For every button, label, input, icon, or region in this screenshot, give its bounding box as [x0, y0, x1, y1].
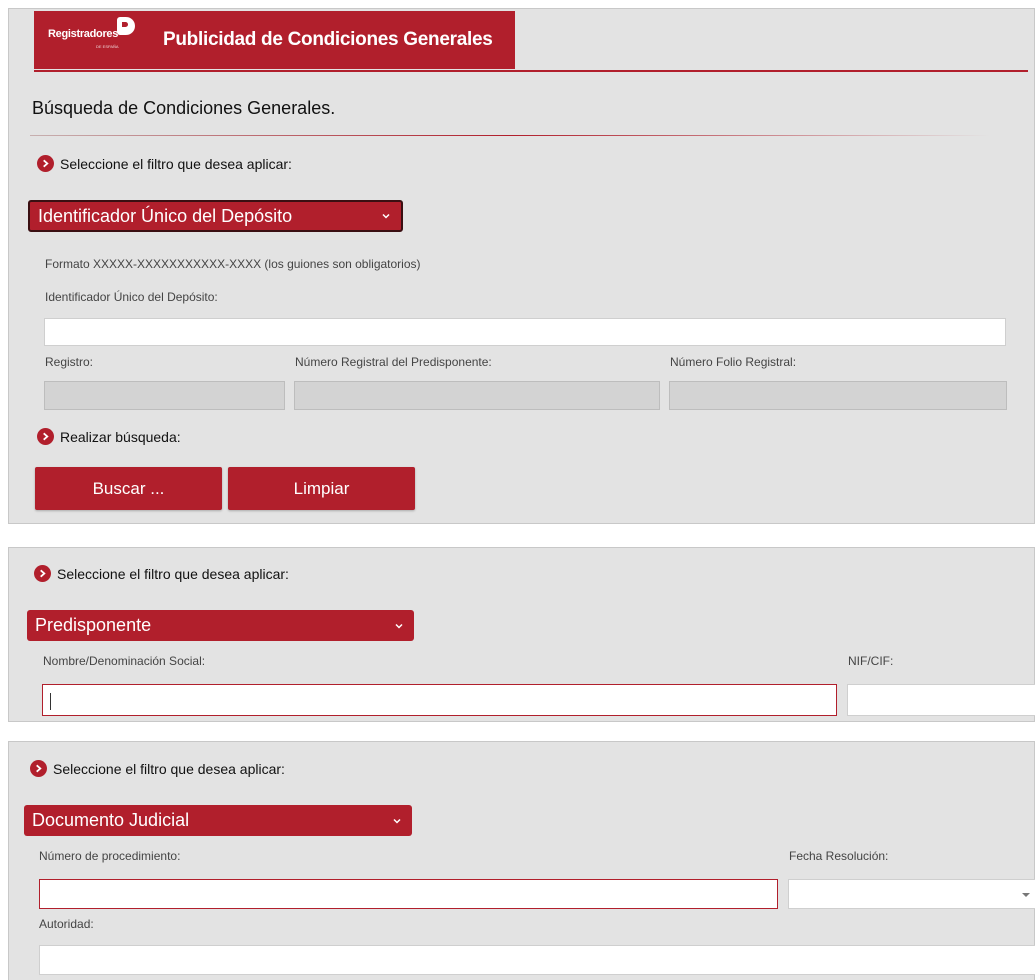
registro-label: Registro:	[45, 355, 94, 369]
chevron-down-icon	[382, 213, 390, 219]
nombre-label: Nombre/Denominación Social:	[43, 654, 206, 668]
app-header: Registradores DE ESPAÑA Publicidad de Co…	[34, 11, 515, 69]
autoridad-input[interactable]	[39, 945, 1035, 975]
numero-registral-field	[294, 381, 660, 410]
limpiar-button[interactable]: Limpiar	[228, 467, 415, 510]
title-divider	[30, 135, 990, 136]
nif-input[interactable]	[847, 684, 1035, 716]
fecha-label: Fecha Resolución:	[789, 849, 889, 863]
chevron-right-icon	[37, 428, 54, 445]
header-divider	[34, 70, 1028, 72]
filter-select-3-value: Documento Judicial	[32, 810, 190, 830]
search-prompt-text: Realizar búsqueda:	[60, 428, 181, 445]
buscar-button[interactable]: Buscar ...	[35, 467, 222, 510]
filter-prompt-3-text: Seleccione el filtro que desea aplicar:	[53, 760, 285, 777]
numero-registral-label: Número Registral del Predisponente:	[295, 355, 492, 369]
filter-select[interactable]: Identificador Único del Depósito	[28, 200, 403, 232]
id-input[interactable]	[44, 318, 1006, 346]
filter-prompt: Seleccione el filtro que desea aplicar:	[37, 155, 292, 172]
search-prompt: Realizar búsqueda:	[37, 428, 181, 445]
chevron-right-icon	[30, 760, 47, 777]
text-cursor	[50, 693, 51, 710]
fecha-select[interactable]	[788, 879, 1035, 909]
filter-select-2-value: Predisponente	[35, 615, 152, 635]
page-title: Búsqueda de Condiciones Generales.	[32, 98, 336, 118]
registradores-logo-icon	[117, 17, 135, 35]
registro-field	[44, 381, 285, 410]
id-label: Identificador Único del Depósito:	[45, 290, 218, 304]
filter-prompt-3: Seleccione el filtro que desea aplicar:	[30, 760, 285, 777]
procedimiento-label: Número de procedimiento:	[39, 849, 181, 863]
logo-subtext: DE ESPAÑA	[96, 44, 119, 49]
nif-label: NIF/CIF:	[848, 654, 894, 668]
chevron-right-icon	[34, 565, 51, 582]
logo-text: Registradores	[48, 28, 119, 40]
filter-select-2[interactable]: Predisponente	[27, 610, 414, 641]
chevron-down-icon	[393, 818, 401, 824]
chevron-right-icon	[37, 155, 54, 172]
format-note: Formato XXXXX-XXXXXXXXXXX-XXXX (los guio…	[45, 257, 421, 271]
autoridad-label: Autoridad:	[39, 917, 94, 931]
folio-field	[669, 381, 1007, 410]
filter-prompt-text: Seleccione el filtro que desea aplicar:	[60, 155, 292, 172]
filter-select-3[interactable]: Documento Judicial	[24, 805, 412, 836]
chevron-down-icon	[395, 623, 403, 629]
folio-label: Número Folio Registral:	[670, 355, 797, 369]
filter-prompt-2-text: Seleccione el filtro que desea aplicar:	[57, 565, 289, 582]
filter-select-value: Identificador Único del Depósito	[38, 205, 293, 226]
procedimiento-input[interactable]	[39, 879, 778, 909]
dropdown-arrow-icon	[1022, 893, 1030, 897]
header-title: Publicidad de Condiciones Generales	[163, 29, 493, 50]
nombre-input[interactable]	[42, 684, 837, 716]
filter-prompt-2: Seleccione el filtro que desea aplicar:	[34, 565, 289, 582]
